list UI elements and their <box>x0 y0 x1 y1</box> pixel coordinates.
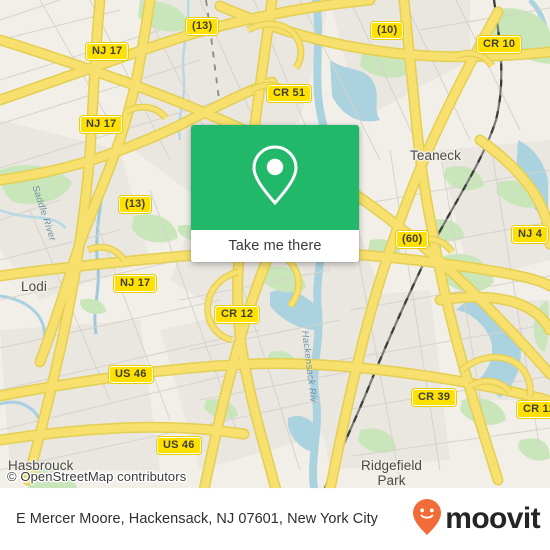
moovit-wordmark: moovit <box>445 502 540 535</box>
location-popup-card[interactable]: Take me there <box>191 125 359 262</box>
moovit-map-screen: (13) (10) CR 10 NJ 17 CR 51 NJ 17 (13) (60) NJ 4… <box>0 0 550 550</box>
osm-attribution[interactable]: © OpenStreetMap contributors <box>7 469 186 484</box>
moovit-logo[interactable]: moovit <box>412 498 550 541</box>
popup-footer[interactable]: Take me there <box>191 230 359 262</box>
water-label: Saddle River <box>29 184 58 243</box>
bottom-info-bar: E Mercer Moore, Hackensack, NJ 07601, Ne… <box>0 488 550 550</box>
map-pin-icon <box>251 144 299 211</box>
take-me-there-label[interactable]: Take me there <box>228 238 321 254</box>
address-text: E Mercer Moore, Hackensack, NJ 07601, Ne… <box>16 511 378 527</box>
moovit-pin-icon <box>412 498 442 541</box>
popup-header <box>191 125 359 230</box>
water-label: Hackensack Riv <box>299 330 319 404</box>
